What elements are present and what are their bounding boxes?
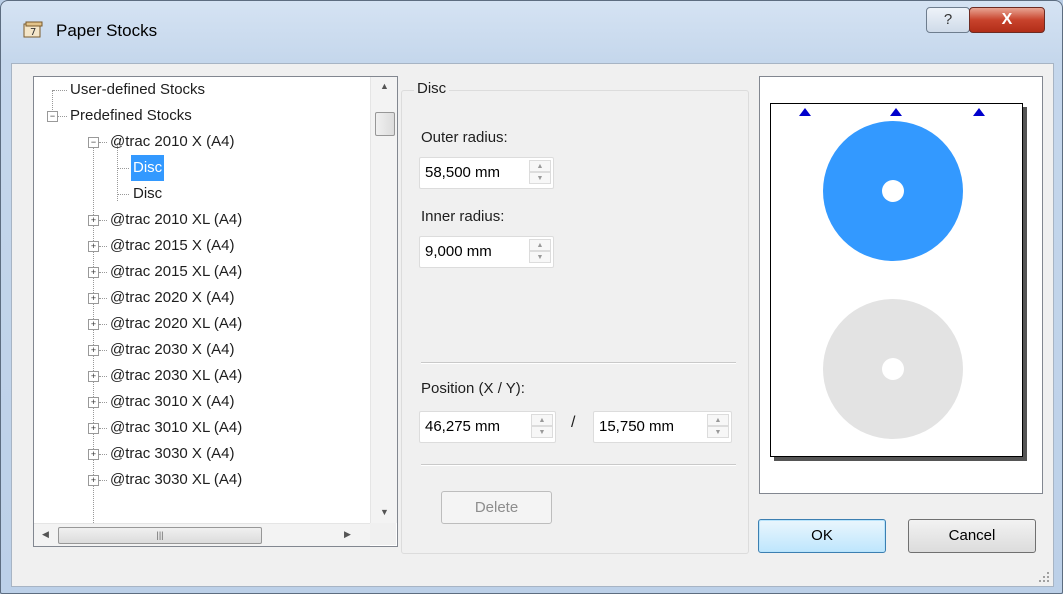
spin-up-icon[interactable]: ▲ — [529, 239, 551, 251]
expand-icon[interactable]: + — [88, 423, 99, 434]
vertical-scroll-thumb[interactable] — [375, 112, 395, 136]
position-label: Position (X / Y): — [421, 380, 525, 397]
resize-grip-icon[interactable] — [1036, 569, 1050, 583]
position-x-value: 46,275 mm — [425, 418, 501, 435]
position-x-spin-buttons: ▲ ▼ — [531, 414, 553, 440]
stocks-tree-view[interactable]: User-defined Stocks − Predefined Stocks … — [33, 76, 398, 547]
active-disc-hole — [882, 180, 904, 202]
app-icon: 7 — [23, 21, 43, 38]
spin-up-icon[interactable]: ▲ — [529, 160, 551, 172]
expand-icon[interactable]: + — [88, 345, 99, 356]
spin-up-icon[interactable]: ▲ — [707, 414, 729, 426]
scroll-corner — [370, 523, 396, 545]
inner-radius-spinbox[interactable]: 9,000 mm ▲ ▼ — [419, 236, 554, 268]
tree-vertical-scrollbar[interactable]: ▲ ▼ — [370, 77, 397, 523]
outer-radius-label: Outer radius: — [421, 129, 508, 146]
expand-icon[interactable]: + — [88, 267, 99, 278]
ok-button[interactable]: OK — [758, 519, 886, 553]
help-button[interactable]: ? — [926, 7, 970, 33]
scroll-left-icon[interactable]: ◀ — [42, 529, 49, 540]
tree-line — [99, 480, 107, 481]
stock-preview — [759, 76, 1043, 494]
inner-radius-label: Inner radius: — [421, 208, 505, 225]
collapse-icon[interactable]: − — [88, 137, 99, 148]
inner-radius-value: 9,000 mm — [425, 243, 492, 260]
tree-line — [99, 428, 107, 429]
tree-line — [99, 298, 107, 299]
expand-icon[interactable]: + — [88, 293, 99, 304]
scroll-right-icon[interactable]: ▶ — [344, 529, 351, 540]
preview-canvas — [799, 108, 985, 439]
outer-radius-spin-buttons: ▲ ▼ — [529, 160, 551, 186]
tree-line — [99, 402, 107, 403]
tree-line — [99, 246, 107, 247]
tree-line — [99, 272, 107, 273]
delete-button[interactable]: Delete — [441, 491, 552, 524]
spin-down-icon[interactable]: ▼ — [531, 426, 553, 438]
tree-line — [117, 194, 129, 195]
tree-horizontal-scrollbar[interactable]: ◀ ||| ▶ — [34, 523, 370, 546]
position-marker — [890, 108, 902, 116]
scroll-down-icon[interactable]: ▼ — [380, 507, 389, 517]
collapse-icon[interactable]: − — [47, 111, 58, 122]
cancel-button[interactable]: Cancel — [908, 519, 1036, 553]
position-separator: / — [571, 414, 576, 431]
tree-line — [93, 143, 94, 523]
horizontal-scroll-thumb[interactable]: ||| — [58, 527, 262, 544]
paper-stocks-dialog: 7 Paper Stocks ? X User-defined Stocks −… — [0, 0, 1063, 594]
tree-content: User-defined Stocks − Predefined Stocks … — [34, 77, 370, 523]
window-title: Paper Stocks — [56, 21, 158, 40]
tree-line — [99, 220, 107, 221]
preview-page — [770, 103, 1023, 457]
position-marker — [973, 108, 985, 116]
expand-icon[interactable]: + — [88, 475, 99, 486]
separator — [421, 464, 736, 466]
tree-line — [53, 90, 67, 91]
separator — [421, 362, 736, 364]
spin-up-icon[interactable]: ▲ — [531, 414, 553, 426]
position-y-value: 15,750 mm — [599, 418, 675, 435]
expand-icon[interactable]: + — [88, 371, 99, 382]
spin-down-icon[interactable]: ▼ — [529, 172, 551, 184]
position-x-spinbox[interactable]: 46,275 mm ▲ ▼ — [419, 411, 556, 443]
inactive-disc-hole — [882, 358, 904, 380]
expand-icon[interactable]: + — [88, 397, 99, 408]
tree-line — [117, 168, 129, 169]
tree-line — [58, 116, 67, 117]
expand-icon[interactable]: + — [88, 215, 99, 226]
dialog-client-area: User-defined Stocks − Predefined Stocks … — [11, 63, 1054, 587]
inner-radius-spin-buttons: ▲ ▼ — [529, 239, 551, 265]
tree-line — [99, 324, 107, 325]
scroll-up-icon[interactable]: ▲ — [380, 81, 389, 91]
spin-down-icon[interactable]: ▼ — [529, 251, 551, 263]
svg-text:7: 7 — [30, 27, 36, 38]
position-marker — [799, 108, 811, 116]
spin-down-icon[interactable]: ▼ — [707, 426, 729, 438]
close-icon: X — [1001, 11, 1013, 28]
help-icon: ? — [943, 11, 953, 28]
title-bar[interactable]: 7 Paper Stocks ? X — [1, 1, 1062, 63]
outer-radius-value: 58,500 mm — [425, 164, 501, 181]
tree-line — [99, 376, 107, 377]
position-y-spinbox[interactable]: 15,750 mm ▲ ▼ — [593, 411, 732, 443]
expand-icon[interactable]: + — [88, 449, 99, 460]
disc-group-title: Disc — [414, 80, 450, 97]
close-button[interactable]: X — [969, 7, 1045, 33]
outer-radius-spinbox[interactable]: 58,500 mm ▲ ▼ — [419, 157, 554, 189]
position-y-spin-buttons: ▲ ▼ — [707, 414, 729, 440]
tree-line — [99, 454, 107, 455]
tree-line — [99, 350, 107, 351]
expand-icon[interactable]: + — [88, 241, 99, 252]
expand-icon[interactable]: + — [88, 319, 99, 330]
tree-line — [99, 142, 107, 143]
